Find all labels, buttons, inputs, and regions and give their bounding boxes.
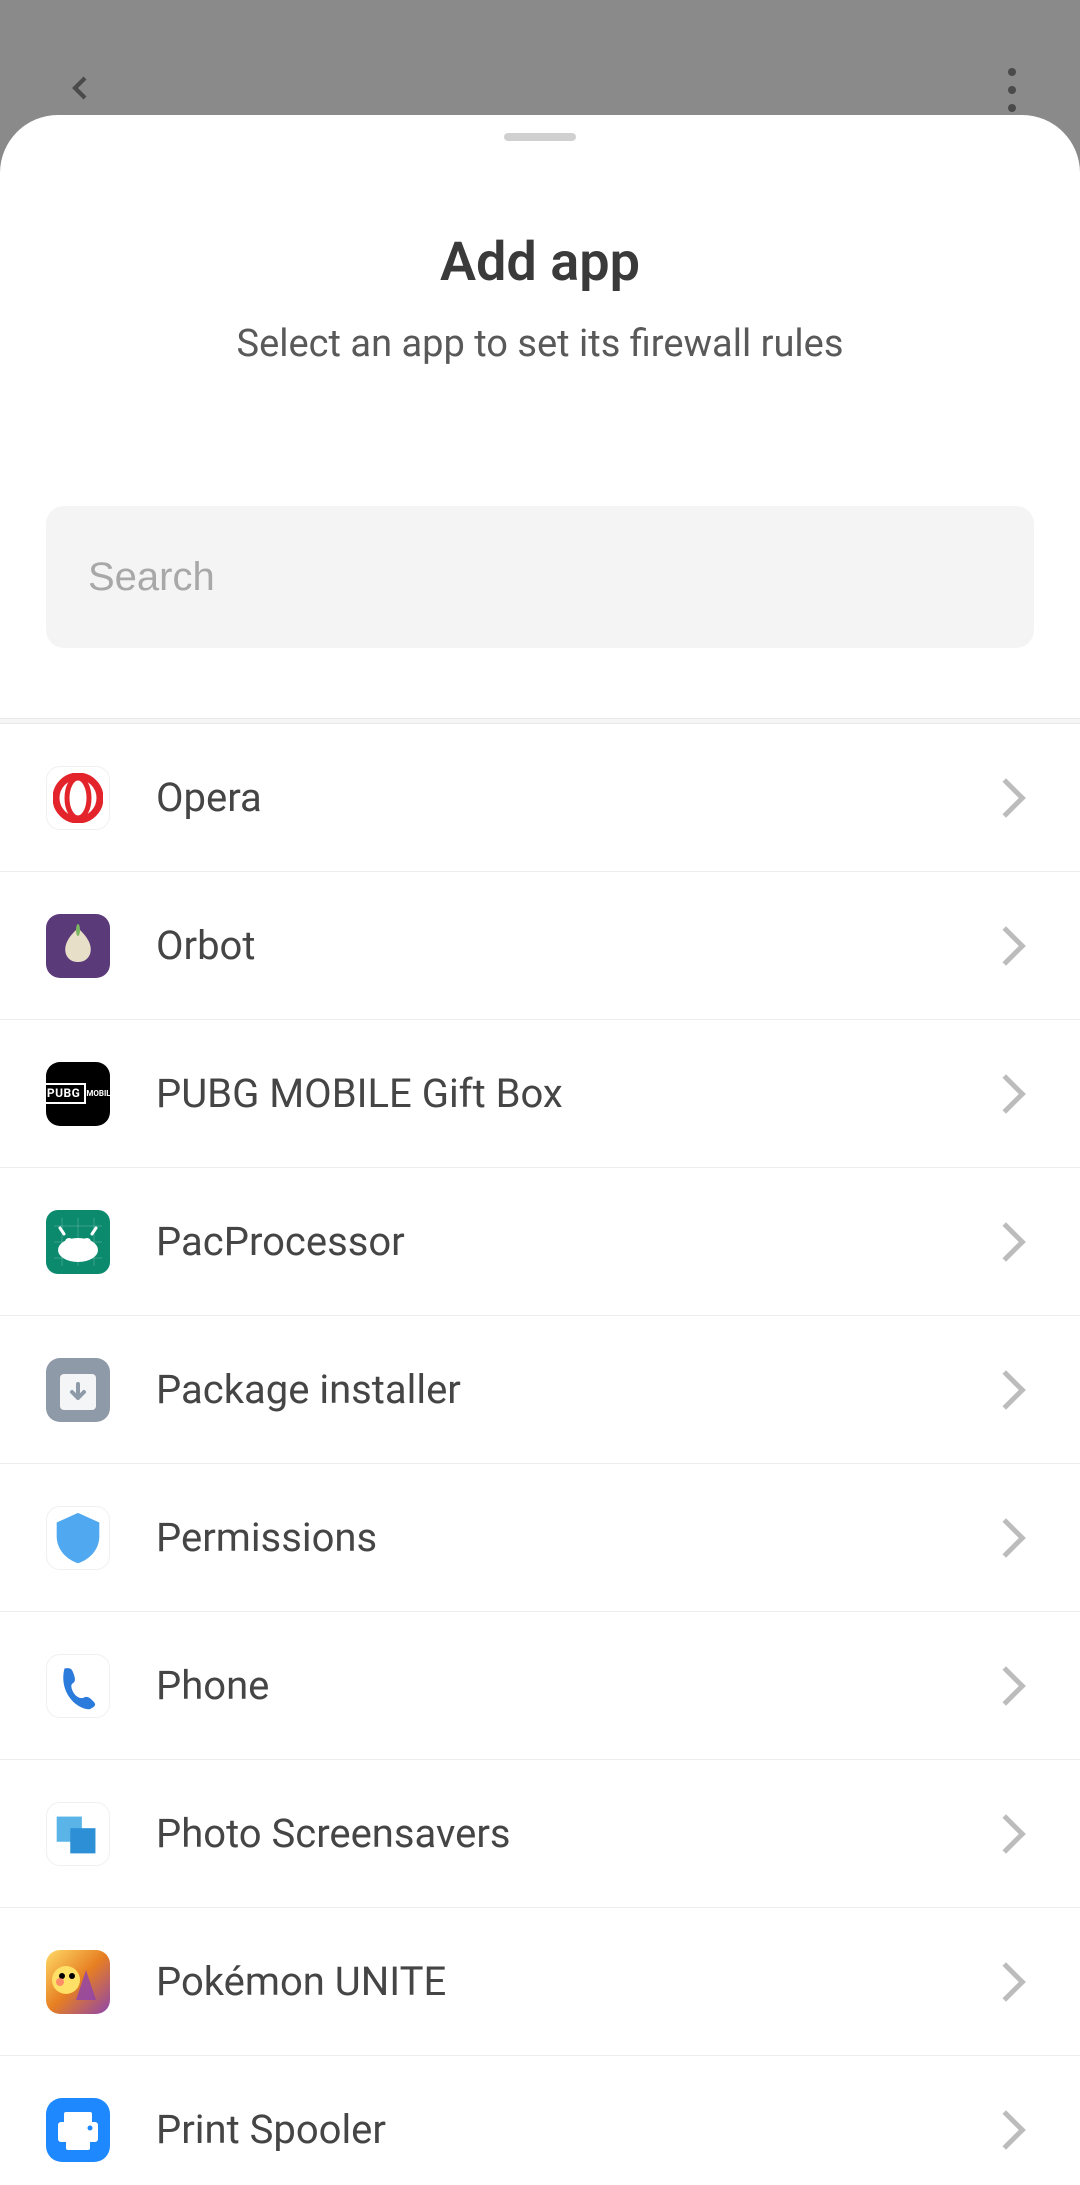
pokemon-unite-icon <box>46 1950 110 2014</box>
photo-screensavers-icon <box>46 1802 110 1866</box>
app-name: Package installer <box>156 1366 992 1413</box>
chevron-right-icon <box>986 1074 1026 1114</box>
app-name: Pokémon UNITE <box>156 1958 992 2005</box>
app-row-package-installer[interactable]: Package installer <box>0 1316 1080 1464</box>
drag-handle[interactable] <box>504 133 576 141</box>
app-row-permissions[interactable]: Permissions <box>0 1464 1080 1612</box>
app-row-orbot[interactable]: Orbot <box>0 872 1080 1020</box>
print-spooler-icon <box>46 2098 110 2162</box>
app-name: Orbot <box>156 922 992 969</box>
sheet-subtitle: Select an app to set its firewall rules <box>0 322 1080 366</box>
chevron-right-icon <box>986 1370 1026 1410</box>
chevron-right-icon <box>986 2110 1026 2150</box>
pubg-icon: PUBG MOBILE <box>46 1062 110 1126</box>
back-icon[interactable] <box>60 68 100 112</box>
app-row-pokemon-unite[interactable]: Pokémon UNITE <box>0 1908 1080 2056</box>
pacprocessor-icon <box>46 1210 110 1274</box>
opera-icon <box>46 766 110 830</box>
app-name: PUBG MOBILE Gift Box <box>156 1070 992 1117</box>
chevron-right-icon <box>986 1518 1026 1558</box>
app-name: Photo Screensavers <box>156 1810 992 1857</box>
app-name: PacProcessor <box>156 1218 992 1265</box>
orbot-icon <box>46 914 110 978</box>
search-input[interactable] <box>46 506 1034 648</box>
chevron-right-icon <box>986 1962 1026 2002</box>
chevron-right-icon <box>986 1222 1026 1262</box>
app-row-opera[interactable]: Opera <box>0 724 1080 872</box>
app-name: Opera <box>156 774 992 821</box>
app-list: Opera Orbot PUBG MOBILE PUBG MOBILE Gift… <box>0 718 1080 2185</box>
chevron-right-icon <box>986 1814 1026 1854</box>
phone-icon <box>46 1654 110 1718</box>
app-row-pubg[interactable]: PUBG MOBILE PUBG MOBILE Gift Box <box>0 1020 1080 1168</box>
chevron-right-icon <box>986 778 1026 818</box>
chevron-right-icon <box>986 926 1026 966</box>
search-wrap <box>46 506 1034 648</box>
app-name: Phone <box>156 1662 992 1709</box>
add-app-sheet: Add app Select an app to set its firewal… <box>0 115 1080 2185</box>
app-name: Permissions <box>156 1514 992 1561</box>
sheet-title: Add app <box>0 231 1080 294</box>
app-name: Print Spooler <box>156 2106 992 2153</box>
permissions-icon <box>46 1506 110 1570</box>
chevron-right-icon <box>986 1666 1026 1706</box>
package-installer-icon <box>46 1358 110 1422</box>
more-icon[interactable] <box>1004 68 1020 112</box>
app-row-phone[interactable]: Phone <box>0 1612 1080 1760</box>
app-row-pacprocessor[interactable]: PacProcessor <box>0 1168 1080 1316</box>
app-row-print-spooler[interactable]: Print Spooler <box>0 2056 1080 2185</box>
app-row-photo-screensavers[interactable]: Photo Screensavers <box>0 1760 1080 1908</box>
